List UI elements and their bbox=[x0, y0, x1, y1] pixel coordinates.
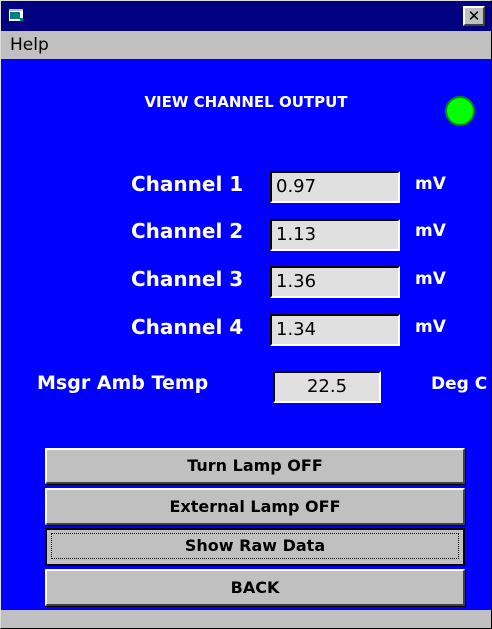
channel-4-value-field[interactable]: 1.34 bbox=[270, 314, 400, 346]
channel-4-label: Channel 4 bbox=[131, 315, 244, 339]
channel-1-label: Channel 1 bbox=[131, 172, 244, 196]
app-icon bbox=[9, 9, 23, 21]
menu-help[interactable]: Help bbox=[10, 35, 49, 55]
status-indicator-led bbox=[445, 96, 475, 126]
channel-2-unit: mV bbox=[415, 221, 446, 241]
channel-2-value-field[interactable]: 1.13 bbox=[270, 219, 400, 251]
channel-3-unit: mV bbox=[415, 269, 446, 289]
channel-3-label: Channel 3 bbox=[131, 267, 244, 291]
panel-title: VIEW CHANNEL OUTPUT bbox=[144, 93, 348, 111]
temp-value-field[interactable]: 22.5 bbox=[273, 371, 381, 403]
show-raw-data-label: Show Raw Data bbox=[51, 533, 459, 559]
channel-1-value-field[interactable]: 0.97 bbox=[270, 171, 400, 203]
title-bar[interactable]: ✕ bbox=[1, 1, 491, 31]
app-window: ✕ Help VIEW CHANNEL OUTPUT Channel 1 0.9… bbox=[0, 0, 492, 629]
channel-4-unit: mV bbox=[415, 317, 446, 337]
channel-panel: VIEW CHANNEL OUTPUT Channel 1 0.97 mV Ch… bbox=[1, 59, 491, 610]
channel-1-unit: mV bbox=[415, 174, 446, 194]
channel-3-value-field[interactable]: 1.36 bbox=[270, 266, 400, 298]
turn-lamp-off-button[interactable]: Turn Lamp OFF bbox=[45, 448, 465, 484]
back-button[interactable]: BACK bbox=[45, 569, 465, 606]
temp-unit: Deg C bbox=[431, 374, 488, 394]
close-button[interactable]: ✕ bbox=[463, 6, 485, 26]
external-lamp-off-button[interactable]: External Lamp OFF bbox=[45, 488, 465, 525]
temp-label: Msgr Amb Temp bbox=[37, 372, 209, 394]
channel-2-label: Channel 2 bbox=[131, 219, 244, 243]
show-raw-data-button[interactable]: Show Raw Data bbox=[45, 528, 465, 566]
menu-bar: Help bbox=[1, 31, 491, 59]
